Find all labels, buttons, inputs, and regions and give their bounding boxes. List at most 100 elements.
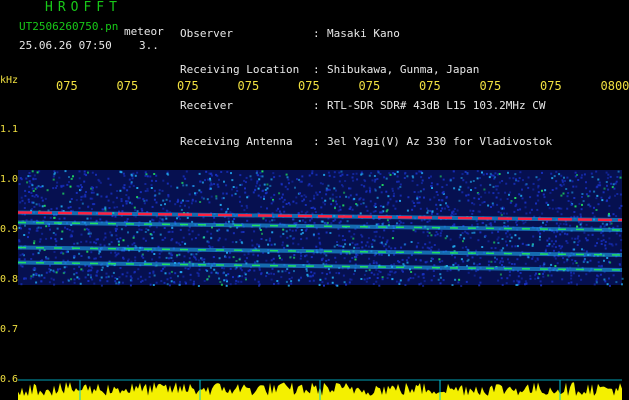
noise-speck (562, 183, 565, 186)
noise-speck (37, 252, 40, 255)
noise-speck (41, 185, 44, 188)
noise-speck (605, 181, 608, 183)
noise-speck (403, 243, 406, 246)
noise-speck (481, 201, 484, 204)
noise-speck (115, 196, 118, 199)
noise-speck (369, 200, 372, 203)
noise-speck (318, 237, 321, 240)
noise-speck (161, 189, 164, 192)
noise-speck (370, 172, 373, 174)
noise-speck (529, 196, 532, 199)
noise-speck (217, 185, 220, 188)
noise-speck (78, 277, 81, 280)
noise-speck (316, 193, 319, 196)
noise-speck (454, 256, 456, 259)
noise-speck (75, 271, 78, 274)
noise-speck (343, 281, 346, 284)
noise-speck (246, 196, 249, 199)
noise-speck (258, 178, 261, 181)
noise-speck (239, 200, 241, 203)
noise-speck (499, 198, 502, 201)
noise-speck (438, 260, 441, 263)
noise-speck (325, 193, 328, 196)
noise-speck (219, 281, 222, 283)
noise-speck (380, 191, 383, 194)
noise-speck (577, 235, 580, 238)
noise-speck (321, 281, 324, 284)
noise-speck (241, 275, 244, 278)
noise-speck (64, 170, 67, 173)
noise-speck (433, 196, 436, 199)
meta-label-location: Receiving Location (180, 63, 300, 76)
noise-speck (185, 184, 188, 187)
noise-speck (531, 245, 534, 247)
noise-speck (517, 275, 520, 278)
noise-speck (83, 180, 86, 183)
noise-speck (221, 197, 224, 200)
noise-speck (162, 179, 165, 182)
noise-speck (227, 217, 230, 220)
noise-speck (405, 259, 408, 262)
noise-speck (378, 186, 381, 189)
noise-speck (351, 176, 354, 179)
noise-speck (414, 230, 417, 233)
noise-speck (555, 222, 558, 225)
noise-speck (271, 267, 274, 270)
noise-speck (560, 174, 563, 177)
noise-speck (91, 188, 94, 191)
noise-speck (569, 179, 572, 182)
noise-speck (24, 189, 27, 192)
noise-speck (150, 179, 153, 182)
noise-speck (391, 189, 394, 192)
noise-speck (109, 231, 112, 234)
noise-speck (159, 233, 162, 236)
noise-speck (278, 192, 281, 195)
noise-speck (344, 239, 346, 241)
noise-speck (208, 275, 211, 278)
noise-speck (441, 191, 444, 194)
noise-speck (349, 194, 352, 197)
noise-speck (616, 193, 619, 195)
noise-speck (44, 197, 47, 200)
noise-speck (595, 209, 598, 211)
noise-speck (335, 203, 338, 206)
noise-speck (617, 170, 620, 173)
noise-speck (582, 249, 585, 252)
noise-speck (45, 271, 48, 274)
noise-speck (331, 281, 334, 284)
noise-speck (508, 193, 510, 196)
noise-speck (30, 275, 33, 278)
noise-speck (247, 252, 250, 255)
noise-speck (485, 224, 488, 227)
noise-speck (553, 231, 556, 234)
noise-speck (28, 172, 31, 174)
noise-speck (200, 191, 203, 194)
noise-speck (539, 265, 542, 268)
noise-speck (215, 271, 218, 274)
noise-speck (333, 245, 336, 248)
noise-speck (68, 176, 70, 178)
noise-speck (618, 234, 621, 237)
noise-speck (549, 191, 552, 194)
noise-speck (184, 267, 187, 270)
noise-speck (369, 191, 372, 194)
noise-speck (437, 248, 440, 251)
noise-speck (588, 190, 591, 193)
noise-speck (618, 207, 621, 210)
noise-speck (295, 196, 298, 199)
noise-speck (95, 186, 98, 189)
noise-speck (244, 181, 247, 184)
noise-speck (605, 200, 608, 203)
noise-speck (177, 275, 179, 278)
noise-speck (257, 244, 260, 247)
noise-speck (213, 183, 216, 185)
noise-speck (28, 185, 31, 188)
noise-speck (215, 197, 218, 200)
noise-speck (171, 230, 174, 233)
noise-speck (20, 196, 23, 199)
noise-speck (80, 255, 83, 257)
noise-speck (577, 264, 580, 267)
noise-speck (321, 182, 324, 185)
noise-speck (270, 196, 273, 199)
noise-speck (171, 259, 174, 262)
